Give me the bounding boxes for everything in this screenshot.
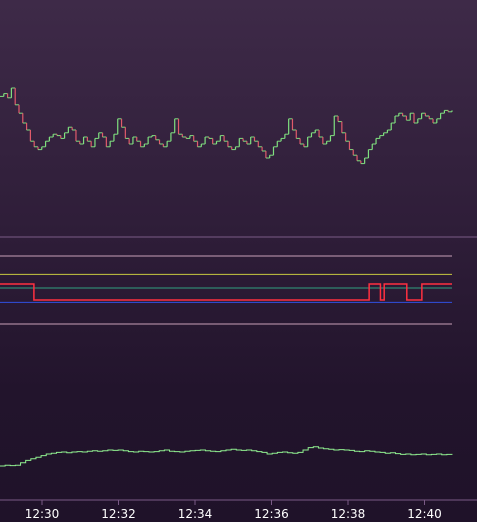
signal-line: [0, 283, 452, 301]
time-tick-label: 12:32: [101, 507, 136, 521]
chart-root: 12:30 12:32 12:34 12:36 12:38 12:40: [0, 0, 477, 522]
time-tick-label: 12:36: [254, 507, 289, 521]
time-axis: 12:30 12:32 12:34 12:36 12:38 12:40: [25, 500, 442, 521]
price-panel: [0, 87, 453, 165]
time-tick-label: 12:40: [407, 507, 442, 521]
time-tick-label: 12:30: [25, 507, 60, 521]
volume-panel: [0, 446, 453, 467]
volume-line: [0, 446, 453, 467]
time-tick-label: 12:38: [331, 507, 366, 521]
stock-chart: 12:30 12:32 12:34 12:36 12:38 12:40: [0, 87, 477, 521]
time-tick-label: 12:34: [178, 507, 213, 521]
indicator-panel: [0, 255, 452, 325]
